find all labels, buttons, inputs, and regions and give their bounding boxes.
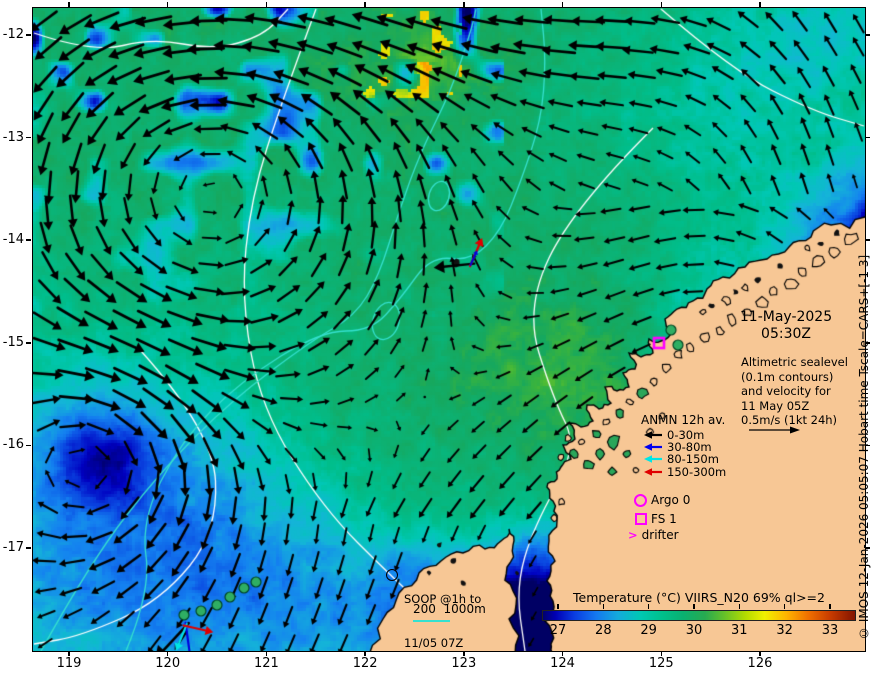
fs-marker-icon — [635, 513, 647, 525]
y-tick-label: -13 — [2, 129, 24, 145]
depth-arrow-icon — [644, 431, 662, 439]
anmn-legend-title: ANMN 12h av. — [641, 413, 726, 427]
soop-label-line2: 11/05 07Z — [404, 635, 464, 650]
colorbar-tick-label: 29 — [640, 623, 657, 638]
x-tick-mark-top — [759, 2, 761, 7]
bathymetry-legend-label: 200 1000m — [413, 602, 486, 616]
x-tick-label: 125 — [648, 656, 674, 671]
y-tick-mark — [26, 136, 31, 139]
drifter-legend-row: > drifter — [628, 528, 679, 542]
y-tick-mark-right — [865, 444, 870, 447]
altimetric-note-line: 11 May 05Z — [741, 398, 810, 413]
depth-range-label: 150-300m — [667, 464, 727, 479]
x-tick-label: 126 — [747, 656, 773, 671]
y-tick-label: -17 — [2, 540, 24, 555]
anmn-row-80-150m: 80-150m — [643, 452, 719, 466]
altimetric-note-line: Altimetric sealevel — [741, 355, 848, 369]
anmn-row-0-30m: 0-30m — [643, 428, 704, 442]
fs-legend-row: FS 1 — [635, 512, 677, 526]
colorbar-tick-label: 28 — [595, 623, 612, 638]
x-tick-mark-top — [561, 2, 564, 7]
drifter-marker-icon: > — [628, 528, 638, 542]
depth-arrow-icon — [644, 455, 662, 464]
colorbar-tick-label: 30 — [685, 623, 703, 638]
y-tick-label: -14 — [2, 232, 24, 248]
y-tick-mark — [26, 547, 31, 549]
timestamp-annotation: 11-May-2025 05:30Z — [718, 309, 854, 343]
colorbar-tick-mark — [829, 604, 831, 609]
x-tick-mark-top — [265, 2, 268, 7]
colorbar-tick-label: 32 — [776, 623, 793, 638]
colorbar-tick-label: 33 — [821, 623, 839, 638]
altimetric-note-line: and velocity for — [741, 384, 831, 398]
velocity-scale-arrow — [749, 426, 800, 434]
y-tick-mark — [26, 239, 31, 241]
x-tick-label: 120 — [155, 656, 181, 671]
colorbar-tick-mark — [602, 604, 605, 609]
colorbar[interactable] — [542, 610, 856, 621]
y-tick-label: -15 — [2, 334, 24, 350]
fs-label: FS 1 — [651, 512, 677, 526]
anmn-row-150-300m: 150-300m — [643, 464, 727, 479]
x-tick-label: 122 — [352, 656, 378, 671]
date-text: 11-May-2025 — [739, 309, 833, 325]
x-tick-mark-top — [660, 2, 662, 7]
drifter-label: drifter — [641, 528, 679, 542]
x-tick-label: 119 — [56, 656, 82, 671]
y-tick-mark-right — [865, 547, 870, 549]
colorbar-tick-mark — [557, 604, 559, 609]
figure: { "axes": { "x_ticks": ["119","120","121… — [0, 0, 880, 680]
colorbar-tick-label: 27 — [549, 623, 567, 638]
bathymetry-contour-sample — [413, 620, 450, 622]
x-tick-mark-top — [68, 2, 70, 7]
y-tick-mark — [26, 342, 31, 344]
y-tick-mark-right — [865, 34, 870, 36]
altimetric-note-line: (0.1m contours) — [741, 369, 834, 384]
depth-arrow-icon — [644, 443, 662, 451]
soop-marker-icon — [386, 569, 398, 581]
colorbar-tick-mark — [647, 604, 650, 609]
altimetric-note: Altimetric sealevel (0.1m contours) and ve… — [741, 355, 848, 428]
colorbar-tick-mark — [693, 604, 695, 609]
anmn-row-30-80m: 30-80m — [643, 440, 712, 454]
y-tick-mark-right — [865, 239, 870, 241]
y-tick-mark — [26, 444, 31, 447]
argo-marker-icon — [634, 493, 647, 507]
y-tick-label: -16 — [2, 437, 24, 453]
colorbar-tick-mark — [738, 604, 741, 609]
y-tick-label: -12 — [2, 27, 24, 42]
argo-legend-row: Argo 0 — [634, 493, 691, 507]
colorbar-title: Temperature (°C) VIIRS_N20 69% ql>=2 — [573, 590, 825, 605]
credit-text: © IMOS 12-Jan-2026 05:05:07 Hobart time … — [857, 254, 871, 640]
y-tick-mark-right — [865, 342, 870, 344]
colorbar-tick-label: 31 — [731, 623, 748, 638]
x-tick-label: 121 — [253, 656, 279, 671]
x-tick-label: 123 — [451, 656, 477, 671]
argo-label: Argo 0 — [651, 493, 691, 507]
x-tick-label: 124 — [550, 656, 575, 671]
time-text: 05:30Z — [761, 326, 811, 342]
depth-arrow-icon — [644, 467, 662, 476]
x-tick-mark-top — [463, 2, 465, 7]
y-tick-mark — [26, 34, 31, 36]
colorbar-tick-mark — [783, 604, 786, 609]
x-tick-mark-top — [166, 2, 169, 7]
x-tick-mark-top — [364, 2, 366, 7]
y-tick-mark-right — [865, 136, 870, 139]
